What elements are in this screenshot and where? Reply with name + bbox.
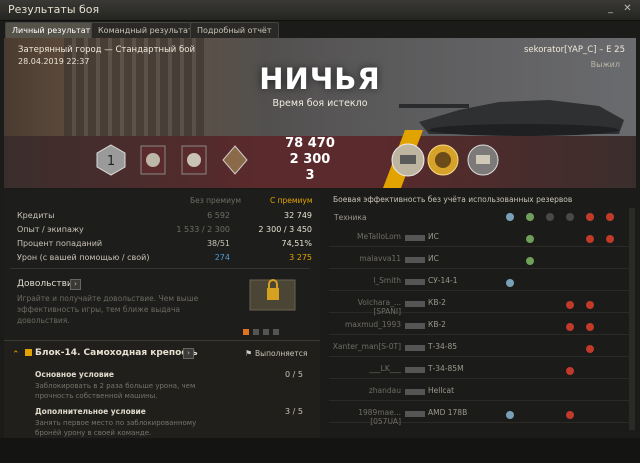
stat-label-xp: Опыт / экипажу [17,225,84,234]
player-status: Выжил [590,60,620,69]
tank-icon [405,389,425,395]
tank-name: КВ-2 [428,298,446,307]
player-name: 1989mae...[057UA] [358,408,401,426]
close-icon[interactable]: ✕ [621,2,634,15]
stat-label-hits: Процент попаданий [17,239,103,248]
tank-icon [405,367,425,373]
earned-free-xp: 3 [305,168,315,183]
tab-personal[interactable]: Личный результат [5,22,98,39]
tank-icon [405,301,425,307]
divider [10,268,310,269]
medal-icon[interactable] [465,140,501,180]
tank-icon [405,235,425,241]
quest-marker-icon [25,349,32,356]
info-icon[interactable]: › [70,279,81,290]
battle-date: 28.04.2019 22:37 [18,57,90,66]
col-premium[interactable]: С премиум [270,196,313,205]
efficiency-icons [500,210,622,425]
stat-credits-premium: 32 749 [284,211,312,220]
window-title: Результаты боя [8,3,100,16]
medal-icon[interactable] [178,143,210,177]
col-no-premium: Без премиум [190,196,242,205]
player-name: Xanter_man[S-0T] [332,342,401,351]
quest-add-title: Дополнительное условие [35,407,146,416]
flag-icon: ⚑ [245,349,253,358]
tank-icon [405,323,425,329]
player-name: zhandau [368,386,401,395]
tank-image [399,100,624,136]
player-name: malavva11 [359,254,401,263]
stat-hits-base: 38/51 [206,239,230,248]
player-name: maxmud_1993 [345,320,401,329]
tank-name: КВ-2 [428,320,446,329]
quest-main-text: Заблокировать в 2 раза больше урона, чем… [35,382,196,400]
satisfaction-progress [243,320,293,335]
quest-main-progress: 0 / 5 [285,370,303,379]
player-name: Volchara_...[SPANI] [357,298,401,316]
map-name: Затерянный город — Стандартный бой [18,45,195,55]
quest-add-text: Занять первое место по заблокированному … [35,419,197,437]
tank-name: Т-34-85 [428,342,458,351]
info-icon[interactable]: › [183,348,194,359]
player-name: l_Smith [373,276,401,285]
tank-icon [405,411,425,417]
stat-hits-premium: 74,51% [281,239,312,248]
rank-1-icon[interactable]: 1 [95,143,127,177]
tank-name: Т-34-85M [428,364,464,373]
tab-team[interactable]: Командный результат [91,22,200,39]
quest-main-title: Основное условие [35,370,115,379]
earned-credits: 78 470 [285,136,335,151]
battle-result-reason: Время боя истекло [272,98,368,109]
tab-detailed[interactable]: Подробный отчёт [190,22,279,39]
player-name: ___LK___ [369,364,401,373]
chevron-up-icon[interactable]: ⌃ [12,350,20,360]
lock-chest-icon[interactable] [245,270,300,315]
battle-result: НИЧЬЯ [259,62,381,96]
player-name: sekorator[YAP_C] – E 25 [523,45,625,55]
stat-xp-premium: 2 300 / 3 450 [258,225,312,234]
stat-xp-base: 1 533 / 2 300 [176,225,230,234]
tank-name: СУ-14-1 [428,276,458,285]
quest-add-progress: 3 / 5 [285,407,303,416]
quest-title: Блок-14. Самоходная крепость [35,348,198,358]
medal-icon[interactable] [219,143,251,177]
tank-icon [405,345,425,351]
tank-icon [405,279,425,285]
bottom-bar [0,438,640,463]
stat-label-damage: Урон (с вашей помощью / свой) [17,253,150,262]
satisfaction-text: Играйте и получайте довольствие. Чем выш… [17,294,199,325]
earned-xp: 2 300 [289,152,331,167]
efficiency-title: Боевая эффективность без учёта использов… [333,195,573,204]
tank-icon [405,257,425,263]
medal-icon[interactable] [137,143,169,177]
medal-icon[interactable] [425,140,461,180]
mastery-badge-icon[interactable] [388,140,428,180]
quest-status: Выполняется [255,349,308,358]
stat-label-credits: Кредиты [17,211,55,220]
scrollbar[interactable] [629,208,635,430]
stat-credits-base: 6 592 [207,211,230,220]
efficiency-header: Техника [334,213,367,222]
tank-name: ИС [428,254,439,263]
player-name: MeTaIIoLom [357,232,401,241]
tank-name: AMD 178B [428,408,468,417]
minimize-icon[interactable]: _ [604,2,617,15]
stat-damage-own: 3 275 [289,253,312,262]
stat-damage-assist: 274 [214,253,230,262]
svg-text:1: 1 [107,154,115,169]
tank-name: ИС [428,232,439,241]
tank-name: Hellcat [428,386,455,395]
